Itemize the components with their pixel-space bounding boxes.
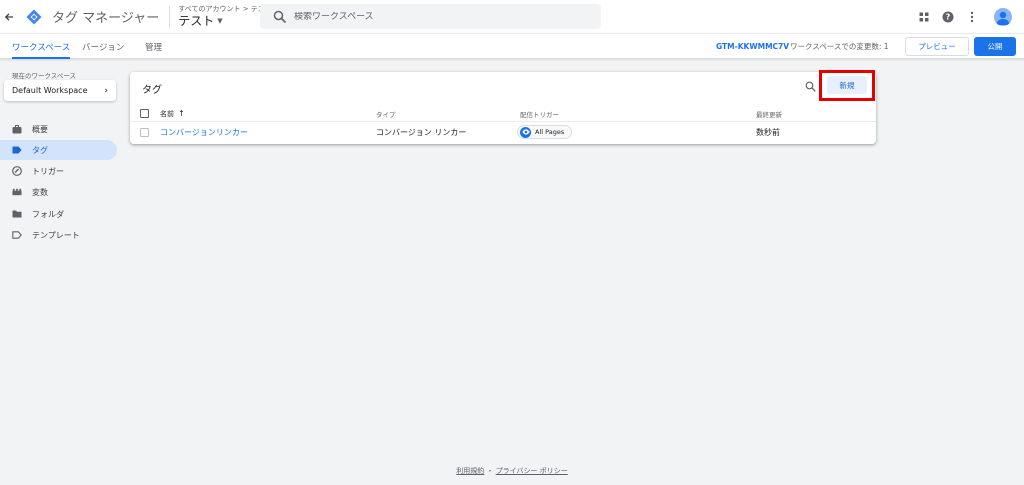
apps-grid-icon[interactable] [916,9,932,25]
avatar-person-icon [996,11,1010,25]
sidebar-item-variables[interactable]: 変数 [0,182,117,202]
folder-icon [12,209,22,219]
column-last-updated-header[interactable]: 最終更新 [756,105,782,122]
tab-admin[interactable]: 管理 [145,34,162,59]
header-divider [169,5,171,28]
tags-card: タグ 新規 名前 ↑ タイプ 配信トリガー 最終更新 コンバージョンリンカー コ… [130,72,876,144]
top-right-actions: ? [916,0,1012,33]
column-trigger-header[interactable]: 配信トリガー [520,105,559,122]
account-switcher[interactable]: すべてのアカウント > テスト テスト ▼ [178,5,272,28]
publish-button[interactable]: 公開 [974,37,1016,56]
tag-manager-logo-icon [26,9,42,24]
sidebar-item-label: 変数 [32,187,48,197]
column-name-header[interactable]: 名前 ↑ [160,105,185,122]
workspace-changes-count: ワークスペースでの変更数: 1 [790,42,889,51]
tag-last-updated: 数秒前 [756,127,780,137]
sidebar-item-label: テンプレート [32,230,80,240]
select-all-checkbox[interactable] [140,109,149,118]
terms-link[interactable]: 利用規約 [456,467,484,475]
svg-text:?: ? [946,12,951,21]
user-avatar[interactable] [994,7,1012,26]
workspace-selector[interactable]: Default Workspace › [4,80,116,101]
template-icon [12,230,22,240]
sidebar-item-overview[interactable]: 概要 [0,119,117,139]
preview-button[interactable]: プレビュー [905,37,969,56]
trigger-chip[interactable]: All Pages [517,125,573,139]
sidebar-item-folders[interactable]: フォルダ [0,204,117,224]
top-bar: タグ マネージャー すべてのアカウント > テスト テスト ▼ ? [0,0,1024,33]
container-name-label: テスト [178,14,215,28]
more-vert-icon[interactable] [964,9,980,25]
container-id[interactable]: GTM-KKWMMC7V [716,34,789,59]
workspace-name: Default Workspace [12,86,88,95]
sidebar-item-label: タグ [32,145,48,155]
table-row[interactable]: コンバージョンリンカー コンバージョン リンカー All Pages 数秒前 [130,122,876,142]
trigger-chip-label: All Pages [535,128,565,136]
caret-down-icon: ▼ [217,16,223,25]
table-header: 名前 ↑ タイプ 配信トリガー 最終更新 [130,105,876,122]
chevron-right-icon: › [104,85,108,96]
column-type-header[interactable]: タイプ [376,105,396,122]
container-name[interactable]: テスト ▼ [178,15,272,27]
briefcase-icon [12,124,22,134]
search-icon [273,10,287,23]
sidebar-item-triggers[interactable]: トリガー [0,161,117,181]
trigger-icon [12,166,22,176]
workspace-search[interactable] [260,4,601,29]
account-breadcrumb: すべてのアカウント > テスト [178,5,272,13]
eye-icon [520,126,531,138]
tag-type: コンバージョン リンカー [376,127,467,137]
sub-navigation: ワークスペース バージョン 管理 GTM-KKWMMC7V ワークスペースでの変… [0,33,1024,59]
tag-icon [12,145,22,155]
privacy-policy-link[interactable]: プライバシー ポリシー [496,467,568,475]
column-label: 名前 [160,109,174,118]
sidebar-item-label: フォルダ [32,209,64,219]
new-button-highlight-box [819,70,875,101]
footer-separator: ・ [486,467,494,475]
sidebar-item-label: 概要 [32,124,48,134]
tab-versions[interactable]: バージョン [82,34,124,59]
variables-icon [12,187,22,197]
sidebar-item-label: トリガー [32,166,64,176]
row-checkbox[interactable] [140,128,149,137]
tab-workspace[interactable]: ワークスペース [12,34,71,59]
tag-name-link[interactable]: コンバージョンリンカー [160,122,248,142]
tags-card-title: タグ [142,85,162,96]
help-icon[interactable]: ? [940,9,956,25]
app-title: タグ マネージャー [52,11,160,26]
search-icon[interactable] [805,81,816,92]
back-arrow-icon[interactable] [0,0,18,33]
current-workspace-label: 現在のワークスペース [12,72,77,80]
sidebar-item-templates[interactable]: テンプレート [0,225,117,245]
search-input[interactable] [294,11,594,22]
footer: 利用規約 ・ プライバシー ポリシー [0,466,1024,476]
sidebar-item-tags[interactable]: タグ [0,140,117,160]
sort-arrow-up-icon: ↑ [178,109,185,118]
